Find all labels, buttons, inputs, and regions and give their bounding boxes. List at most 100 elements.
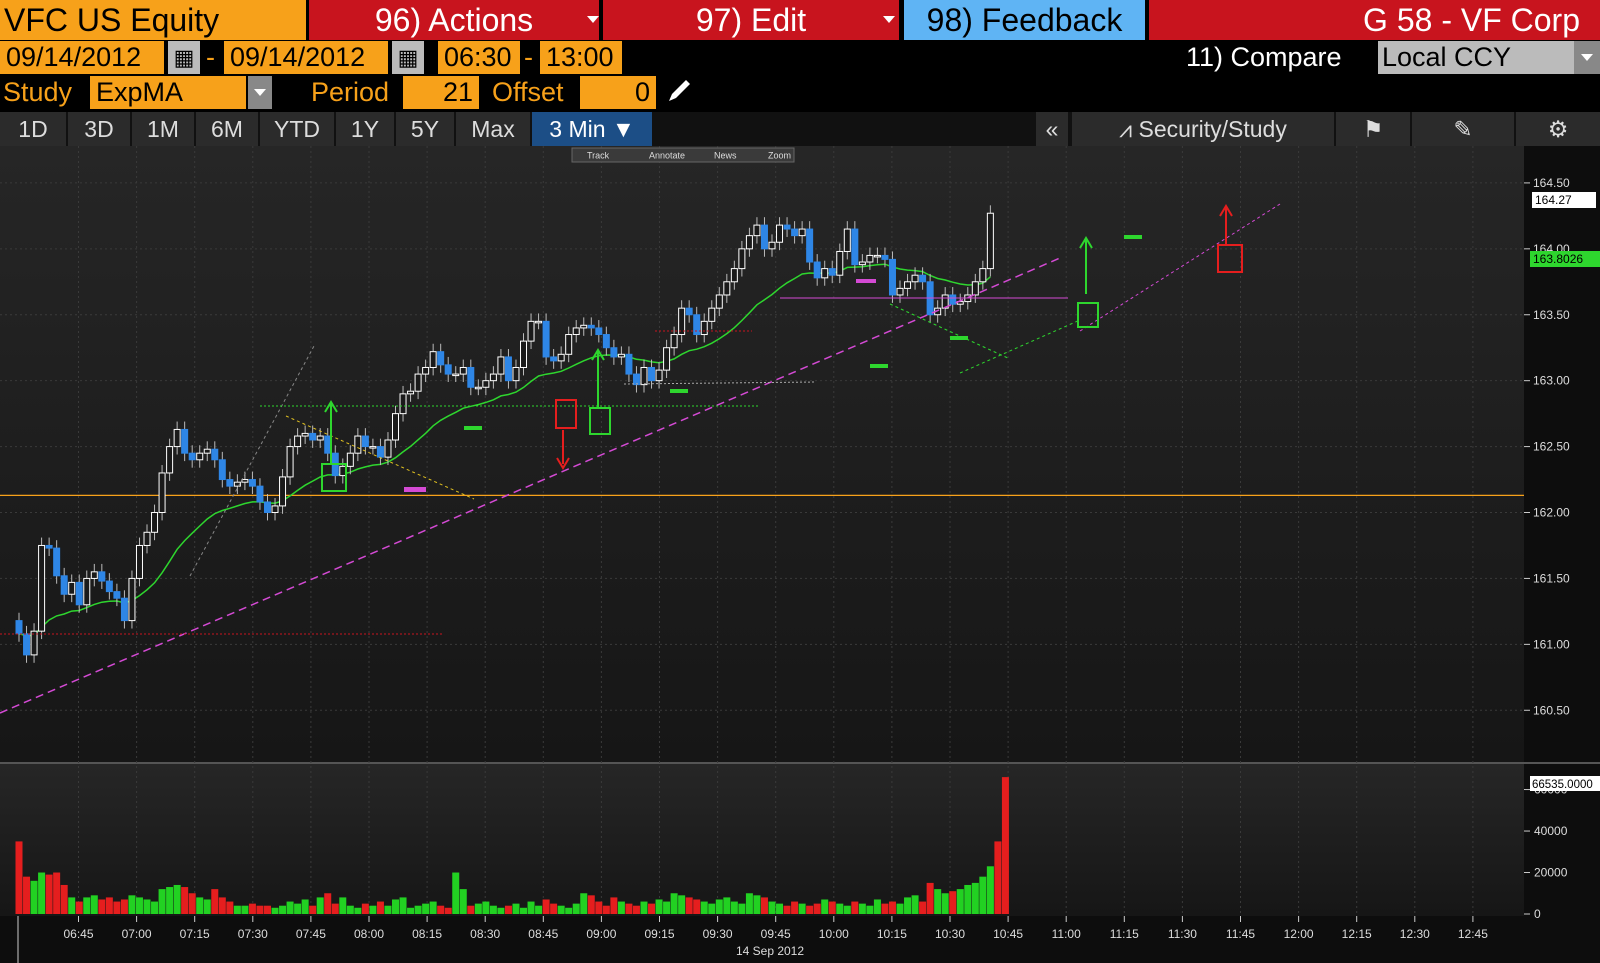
- compare-button[interactable]: 11) Compare: [1186, 41, 1346, 74]
- candle: [866, 254, 874, 263]
- actions-menu[interactable]: 96) Actions: [309, 0, 599, 40]
- volume-bar: [550, 903, 558, 914]
- tab-1m[interactable]: 1M: [132, 112, 194, 146]
- volume-bar: [828, 901, 836, 914]
- interval-label: 3 Min: [549, 116, 606, 142]
- tab-1d[interactable]: 1D: [0, 112, 66, 146]
- candle: [23, 633, 31, 656]
- gear-icon[interactable]: ⚙: [1516, 112, 1600, 146]
- candle: [384, 439, 392, 458]
- tab-3d[interactable]: 3D: [68, 112, 130, 146]
- volume-bar: [685, 897, 693, 914]
- volume-bar: [655, 899, 663, 914]
- tab-max[interactable]: Max: [456, 112, 530, 146]
- volume-bar: [858, 903, 866, 914]
- volume-bar: [640, 901, 648, 914]
- x-date-label: 14 Sep 2012: [736, 944, 804, 958]
- candle: [911, 274, 919, 283]
- candle: [723, 281, 731, 296]
- currency-dropdown[interactable]: [1574, 41, 1600, 74]
- candle: [565, 334, 573, 355]
- volume-bar: [83, 897, 91, 914]
- annotate-icon[interactable]: ✎: [1412, 112, 1514, 146]
- candle: [919, 274, 927, 283]
- volume-bar: [241, 905, 249, 914]
- volume-bar: [542, 899, 550, 914]
- interval-select[interactable]: 3 Min ▼: [532, 112, 652, 146]
- tab-5y[interactable]: 5Y: [396, 112, 454, 146]
- volume-bar: [188, 893, 196, 914]
- candle: [768, 241, 776, 250]
- date-range-bar: 09/14/2012 ▦ - 09/14/2012 ▦ 06:30 - 13:0…: [0, 41, 1600, 76]
- candle: [474, 386, 482, 390]
- candle: [120, 597, 128, 622]
- volume-bar: [896, 903, 904, 914]
- candle: [753, 224, 761, 237]
- volume-bar: [745, 893, 753, 914]
- end-time-field[interactable]: 13:00: [540, 41, 622, 74]
- study-dropdown[interactable]: [248, 76, 272, 109]
- x-tick-label: 09:00: [586, 927, 616, 941]
- end-date-field[interactable]: 09/14/2012: [224, 41, 388, 74]
- calendar-icon[interactable]: ▦: [392, 41, 424, 74]
- x-tick-label: 11:00: [1052, 927, 1081, 941]
- offset-label: Offset: [492, 77, 564, 107]
- start-time-field[interactable]: 06:30: [438, 41, 520, 74]
- volume-bar: [708, 903, 716, 914]
- candle: [241, 479, 249, 483]
- start-date-field[interactable]: 09/14/2012: [0, 41, 164, 74]
- candle: [218, 459, 226, 481]
- study-select[interactable]: ExpMA: [90, 76, 246, 109]
- chevron-down-icon: [587, 16, 599, 23]
- security-ticker[interactable]: VFC US Equity: [0, 0, 306, 40]
- candle: [226, 479, 234, 487]
- feedback-button[interactable]: 98) Feedback: [904, 0, 1145, 40]
- bookmark-icon[interactable]: ⚑: [1336, 112, 1410, 146]
- tool-zoom[interactable]: Zoom: [768, 151, 791, 161]
- candle: [806, 228, 814, 263]
- volume-bar: [888, 901, 896, 914]
- volume-bar: [98, 899, 106, 914]
- candle: [399, 393, 407, 415]
- volume-bar: [279, 905, 287, 914]
- currency-select[interactable]: Local CCY: [1378, 41, 1574, 74]
- x-tick-label: 06:45: [63, 927, 93, 941]
- chart-tools: Track Annotate News Zoom: [571, 147, 795, 163]
- candle: [143, 531, 151, 546]
- tool-annotate[interactable]: Annotate: [649, 151, 685, 161]
- period-input[interactable]: 21: [403, 76, 479, 109]
- edit-menu[interactable]: 97) Edit: [603, 0, 899, 40]
- candle: [414, 373, 422, 392]
- tool-news[interactable]: News: [714, 151, 737, 161]
- volume-bar: [467, 905, 475, 914]
- volume-bar: [851, 901, 859, 914]
- volume-bar: [422, 903, 430, 914]
- volume-bar: [120, 899, 128, 914]
- volume-bar: [979, 876, 987, 914]
- tab-1y[interactable]: 1Y: [336, 112, 394, 146]
- tool-track[interactable]: Track: [587, 151, 610, 161]
- calendar-icon[interactable]: ▦: [168, 41, 200, 74]
- volume-bar: [595, 901, 603, 914]
- candle: [467, 366, 475, 388]
- candle: [324, 435, 332, 454]
- x-tick-label: 11:45: [1226, 927, 1255, 941]
- volume-bar: [75, 901, 83, 914]
- price-chart[interactable]: 164.50164.00163.50163.00162.50162.00161.…: [0, 146, 1600, 963]
- volume-bar: [437, 905, 445, 914]
- tab-6m[interactable]: 6M: [196, 112, 258, 146]
- offset-input[interactable]: 0: [580, 76, 656, 109]
- collapse-button[interactable]: «: [1036, 112, 1068, 146]
- volume-bar: [497, 907, 505, 914]
- x-tick-label: 12:00: [1284, 927, 1314, 941]
- volume-bar: [587, 895, 595, 914]
- candle: [482, 380, 490, 388]
- y-tick-label: 162.50: [1533, 440, 1570, 454]
- candle: [422, 366, 430, 375]
- candle: [783, 224, 791, 230]
- candle: [572, 327, 580, 336]
- tab-ytd[interactable]: YTD: [260, 112, 334, 146]
- pencil-icon[interactable]: [664, 76, 696, 109]
- security-study-label: Security/Study: [1138, 116, 1287, 142]
- security-study-button[interactable]: ⩘ Security/Study: [1072, 112, 1334, 146]
